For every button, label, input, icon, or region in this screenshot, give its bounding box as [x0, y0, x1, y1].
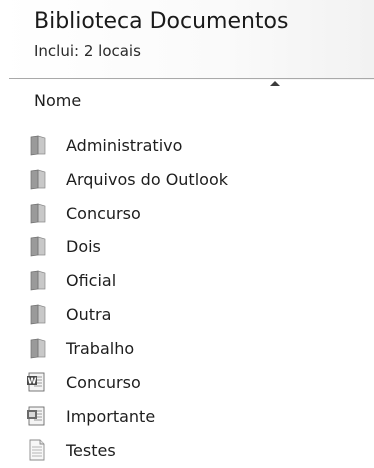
column-header-name-label: Nome — [34, 91, 82, 110]
list-item-label: Testes — [66, 441, 116, 460]
text-file-icon — [26, 439, 48, 461]
folder-icon — [26, 269, 48, 291]
list-item-label: Outra — [66, 305, 112, 324]
list-item-outra[interactable]: Outra — [26, 299, 366, 332]
list-item-testes[interactable]: Testes — [26, 435, 366, 468]
list-item-label: Concurso — [66, 204, 141, 223]
folder-icon — [26, 235, 48, 257]
svg-text:W: W — [28, 377, 37, 386]
header-divider — [9, 78, 374, 79]
list-item-label: Concurso — [66, 373, 141, 392]
document-icon — [26, 405, 48, 427]
list-item-concurso-folder[interactable]: Concurso — [26, 198, 366, 231]
list-item-importante[interactable]: Importante — [26, 401, 366, 434]
list-item-trabalho[interactable]: Trabalho — [26, 333, 366, 366]
list-item-arquivos-do-outlook[interactable]: Arquivos do Outlook — [26, 164, 366, 197]
folder-icon — [26, 202, 48, 224]
list-item-concurso-document[interactable]: W Concurso — [26, 367, 366, 400]
list-item-label: Importante — [66, 407, 156, 426]
list-item-dois[interactable]: Dois — [26, 231, 366, 264]
list-item-label: Dois — [66, 237, 101, 256]
library-title: Biblioteca Documentos — [34, 9, 289, 34]
library-locations-link[interactable]: Inclui: 2 locais — [34, 41, 141, 61]
list-item-label: Oficial — [66, 271, 117, 290]
list-item-label: Administrativo — [66, 136, 183, 155]
list-item-oficial[interactable]: Oficial — [26, 265, 366, 298]
list-item-label: Trabalho — [66, 339, 135, 358]
folder-icon — [26, 168, 48, 190]
list-item-administrativo[interactable]: Administrativo — [26, 130, 366, 163]
word-document-icon: W — [26, 371, 48, 393]
folder-icon — [26, 303, 48, 325]
folder-icon — [26, 134, 48, 156]
sort-ascending-icon — [270, 81, 280, 86]
library-header: Biblioteca Documentos Inclui: 2 locais — [0, 0, 374, 80]
list-item-label: Arquivos do Outlook — [66, 170, 228, 189]
folder-icon — [26, 337, 48, 359]
